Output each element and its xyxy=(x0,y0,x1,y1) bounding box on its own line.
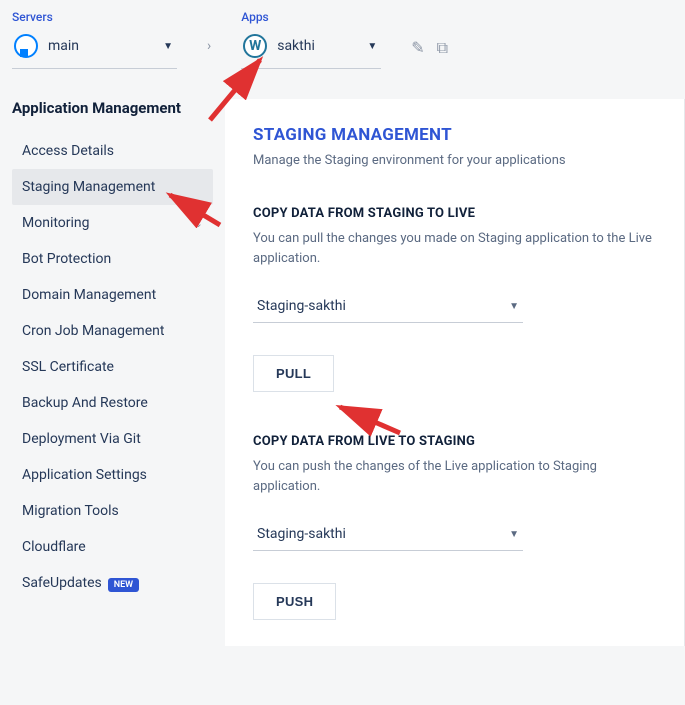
page-title: STAGING MANAGEMENT xyxy=(253,125,656,145)
sidebar-item-safeupdates[interactable]: SafeUpdates NEW xyxy=(12,565,213,601)
sidebar-item-monitoring[interactable]: Monitoring ⌄ xyxy=(12,205,213,241)
caret-down-icon: ▼ xyxy=(163,41,173,52)
sidebar-item-access-details[interactable]: Access Details xyxy=(12,133,213,169)
sidebar-item-label: Deployment Via Git xyxy=(22,431,141,447)
caret-down-icon: ▼ xyxy=(509,529,519,540)
caret-down-icon: ▼ xyxy=(509,301,519,312)
external-link-icon[interactable]: ⧉ xyxy=(437,38,448,58)
server-selector[interactable]: main ▼ xyxy=(12,30,177,69)
pull-select-value: Staging-sakthi xyxy=(257,298,346,314)
sidebar-item-label: SSL Certificate xyxy=(22,359,114,375)
chevron-down-icon: ⌄ xyxy=(194,217,203,230)
breadcrumb-arrow-icon: › xyxy=(207,38,211,54)
sidebar-item-label: Bot Protection xyxy=(22,251,111,267)
sidebar-item-backup-restore[interactable]: Backup And Restore xyxy=(12,385,213,421)
sidebar-item-label: Monitoring xyxy=(22,215,90,231)
sidebar-item-deployment-git[interactable]: Deployment Via Git xyxy=(12,421,213,457)
sidebar-item-application-settings[interactable]: Application Settings xyxy=(12,457,213,493)
app-name: sakthi xyxy=(277,38,315,54)
caret-down-icon: ▼ xyxy=(367,41,377,52)
push-staging-select[interactable]: Staging-sakthi ▼ xyxy=(253,518,523,551)
sidebar-item-label: Access Details xyxy=(22,143,114,159)
sidebar-item-label: Staging Management xyxy=(22,179,155,195)
sidebar-item-label: Migration Tools xyxy=(22,503,119,519)
app-selector-col: Apps W sakthi ▼ xyxy=(241,10,381,69)
top-nav: Servers main ▼ › Apps W sakthi ▼ ✎ ⧉ xyxy=(0,0,685,69)
sidebar-title: Application Management xyxy=(12,99,213,117)
push-button[interactable]: PUSH xyxy=(253,583,336,620)
page-subtitle: Manage the Staging environment for your … xyxy=(253,153,656,168)
push-section-desc: You can push the changes of the Live app… xyxy=(253,457,656,496)
app-actions: ✎ ⧉ xyxy=(411,38,448,58)
sidebar-item-ssl-certificate[interactable]: SSL Certificate xyxy=(12,349,213,385)
pull-staging-select[interactable]: Staging-sakthi ▼ xyxy=(253,290,523,323)
push-select-value: Staging-sakthi xyxy=(257,526,346,542)
sidebar-item-label: Domain Management xyxy=(22,287,156,303)
pull-button[interactable]: PULL xyxy=(253,355,334,392)
sidebar: Application Management Access Details St… xyxy=(0,99,225,646)
push-section-title: COPY DATA FROM LIVE TO STAGING xyxy=(253,434,656,449)
server-selector-col: Servers main ▼ xyxy=(12,10,177,69)
sidebar-item-label: Cloudflare xyxy=(22,539,86,555)
sidebar-item-cron-job-management[interactable]: Cron Job Management xyxy=(12,313,213,349)
sidebar-item-label: Backup And Restore xyxy=(22,395,148,411)
server-name: main xyxy=(48,38,79,54)
sidebar-item-staging-management[interactable]: Staging Management xyxy=(12,169,213,205)
sidebar-item-label: Application Settings xyxy=(22,467,147,483)
pull-section-desc: You can pull the changes you made on Sta… xyxy=(253,229,656,268)
wordpress-icon: W xyxy=(243,34,267,58)
main-panel: STAGING MANAGEMENT Manage the Staging en… xyxy=(225,99,685,646)
edit-icon[interactable]: ✎ xyxy=(411,38,424,58)
pull-section-title: COPY DATA FROM STAGING TO LIVE xyxy=(253,206,656,221)
servers-label: Servers xyxy=(12,10,177,24)
sidebar-item-cloudflare[interactable]: Cloudflare xyxy=(12,529,213,565)
sidebar-item-label: SafeUpdates xyxy=(22,575,102,591)
digitalocean-icon xyxy=(14,34,38,58)
sidebar-item-label: Cron Job Management xyxy=(22,323,164,339)
sidebar-item-bot-protection[interactable]: Bot Protection xyxy=(12,241,213,277)
sidebar-item-domain-management[interactable]: Domain Management xyxy=(12,277,213,313)
sidebar-item-migration-tools[interactable]: Migration Tools xyxy=(12,493,213,529)
content-area: Application Management Access Details St… xyxy=(0,99,685,646)
apps-label: Apps xyxy=(241,10,381,24)
new-badge: NEW xyxy=(108,578,139,592)
app-selector[interactable]: W sakthi ▼ xyxy=(241,30,381,69)
